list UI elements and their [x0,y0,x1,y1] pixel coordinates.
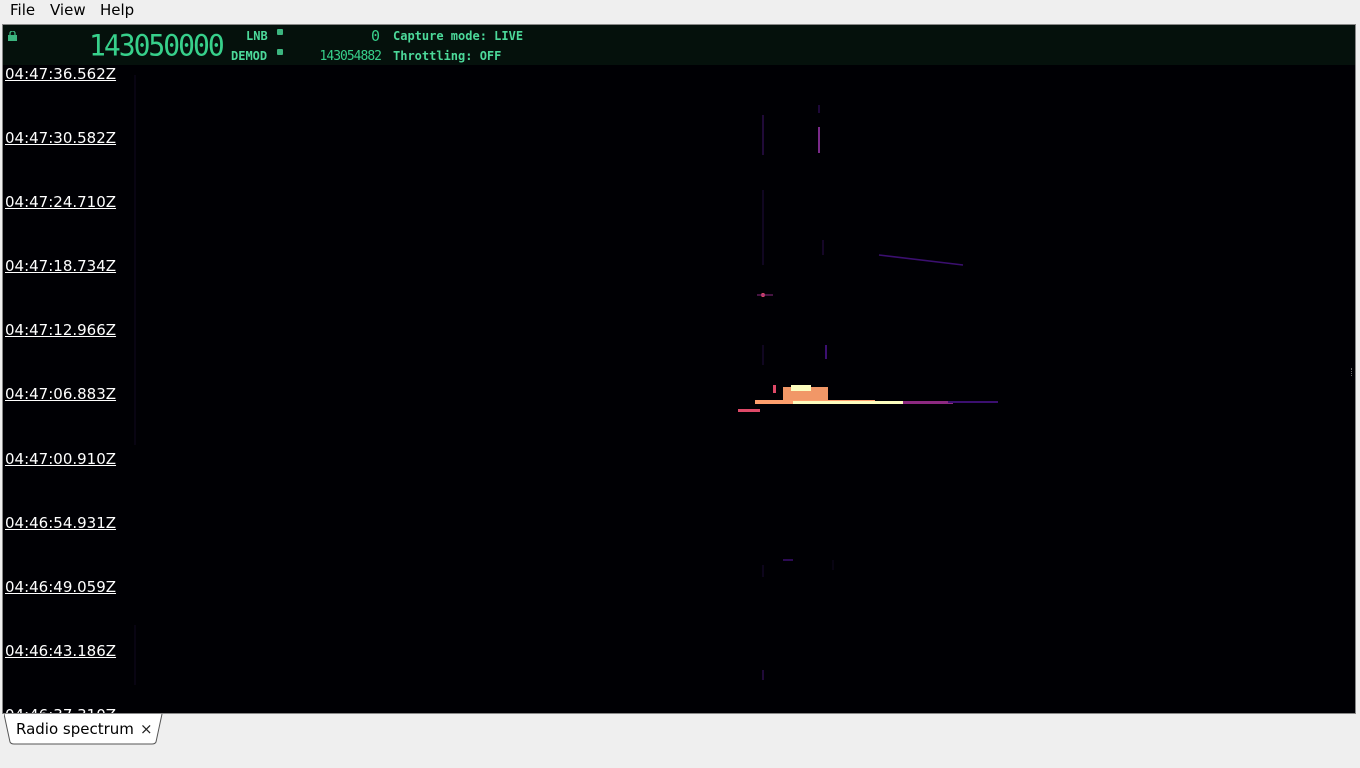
timestamp-label: 04:46:43.186Z [5,642,117,660]
timestamp-label: 04:46:54.931Z [5,514,117,532]
throttling-status: Throttling: OFF [393,49,502,63]
resize-handle[interactable] [1351,368,1354,376]
timestamp-label: 04:47:30.582Z [5,129,117,147]
lnb-label: LNB [246,29,268,43]
demod-label: DEMOD [231,49,268,63]
timestamp-label: 04:46:37.310Z [5,706,116,713]
capture-mode-status: Capture mode: LIVE [393,29,524,43]
waterfall-canvas [3,65,1355,713]
radio-spectrum-view: 143050000 LNB 0 DEMOD 143054882 Capture … [2,24,1356,714]
waterfall-display[interactable]: 04:47:36.562Z 04:47:30.582Z 04:47:24.710… [3,65,1355,713]
menu-file[interactable]: File [6,1,39,19]
timestamp-label: 04:46:49.059Z [5,578,117,596]
timestamp-label: 04:47:12.966Z [5,321,117,339]
frequency-display-bar: 143050000 LNB 0 DEMOD 143054882 Capture … [3,25,1355,65]
menu-file-label: File [10,1,36,19]
lnb-value[interactable]: 0 [371,27,380,45]
timestamp-label: 04:47:24.710Z [5,193,117,211]
timestamp-label: 04:47:18.734Z [5,257,117,275]
timestamp-label: 04:47:36.562Z [5,65,117,83]
close-icon[interactable]: × [140,720,153,738]
timestamp-label: 04:47:06.883Z [5,385,117,403]
lnb-lock-icon[interactable] [277,29,283,35]
tab-bar: Radio spectrum × [0,714,1360,768]
menu-help-label: Help [100,1,135,19]
menu-bar: File View Help [0,0,1360,22]
center-frequency-display[interactable]: 143050000 [89,28,225,63]
timestamp-label: 04:47:00.910Z [5,450,117,468]
menu-view-label: View [50,1,86,19]
menu-view[interactable]: View [46,1,90,19]
demod-lock-icon[interactable] [277,49,283,55]
tab-radio-spectrum[interactable]: Radio spectrum × [4,714,163,745]
demod-frequency-value[interactable]: 143054882 [320,49,382,64]
lock-icon[interactable] [7,31,18,41]
menu-help[interactable]: Help [96,1,138,19]
tab-label: Radio spectrum [16,720,134,738]
